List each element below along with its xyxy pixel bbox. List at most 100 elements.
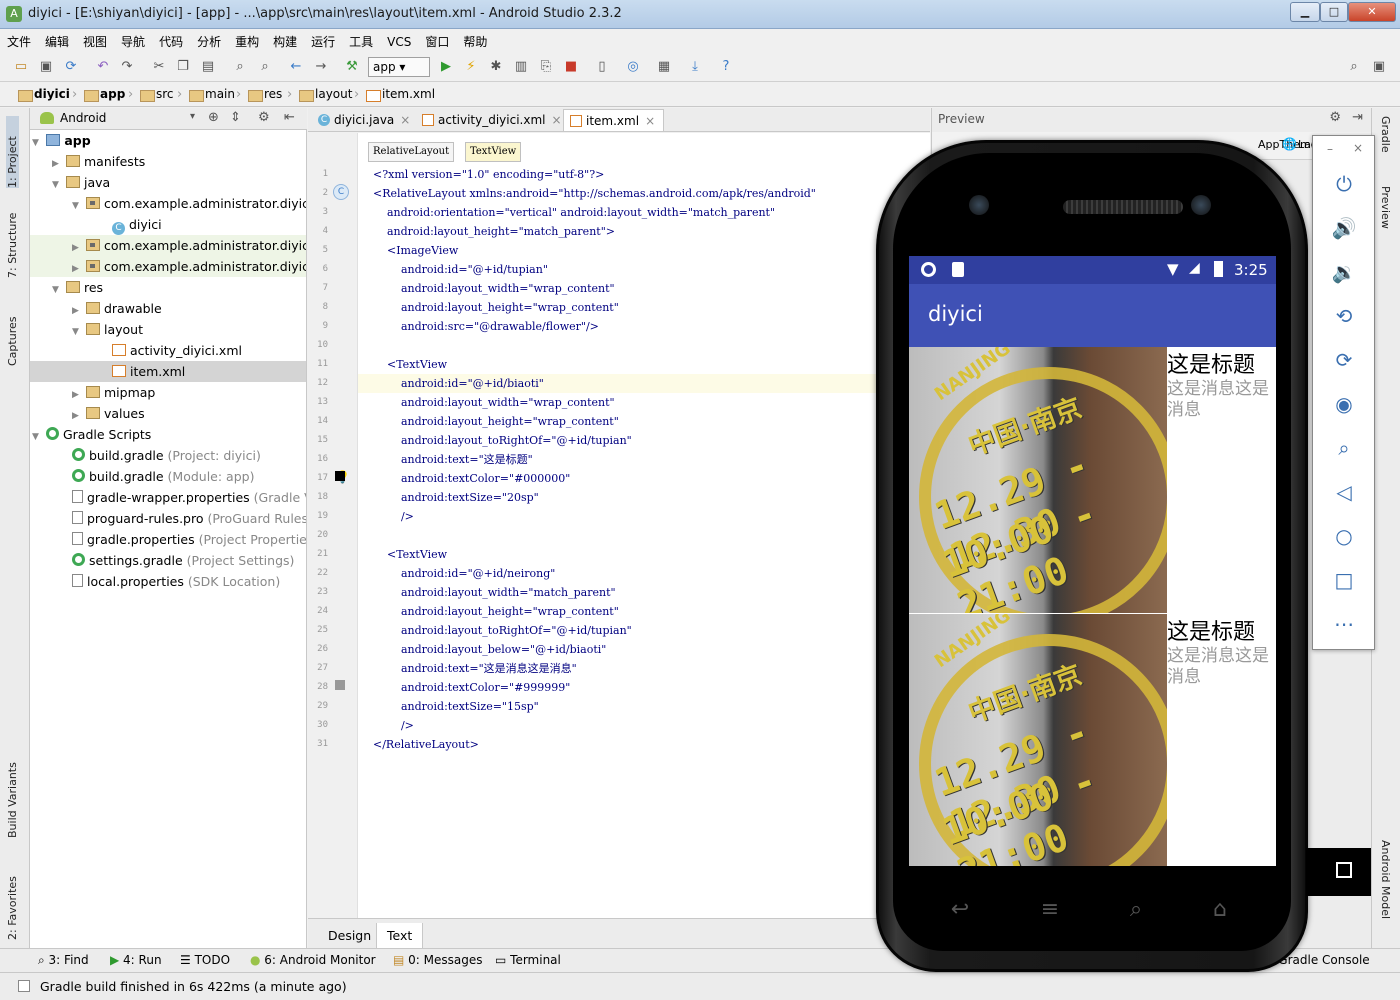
tab-design[interactable]: Design bbox=[318, 923, 381, 949]
open-folder-icon[interactable]: ▭ bbox=[12, 58, 30, 76]
copy-icon[interactable]: ❐ bbox=[174, 58, 192, 76]
gear-icon[interactable]: ⚙ bbox=[1329, 110, 1341, 125]
sync-gradle-icon[interactable]: ◎ bbox=[624, 58, 642, 76]
menu-nav-icon[interactable]: ≡ bbox=[1033, 897, 1067, 922]
menu-vcs[interactable]: VCS bbox=[380, 32, 418, 54]
menu-help[interactable]: 帮助 bbox=[456, 30, 494, 52]
zoom-icon[interactable]: ⌕ bbox=[1331, 435, 1357, 461]
tab-text[interactable]: Text bbox=[376, 923, 424, 949]
globe-icon[interactable]: 🌐 bbox=[1282, 137, 1297, 151]
save-icon[interactable]: ▣ bbox=[37, 58, 55, 76]
menu-build[interactable]: 构建 bbox=[266, 30, 304, 52]
tree-node-java[interactable]: ▼ java bbox=[52, 172, 110, 193]
tree-node-proguard[interactable]: proguard-rules.pro (ProGuard Rules bbox=[72, 508, 306, 529]
tab-item-xml[interactable]: item.xml × bbox=[563, 109, 665, 131]
paste-icon[interactable]: ▤ bbox=[199, 58, 217, 76]
menu-tools[interactable]: 工具 bbox=[342, 30, 380, 52]
tree-node-gradle-wrapper[interactable]: gradle-wrapper.properties (Gradle V bbox=[72, 487, 306, 508]
breadcrumb-res[interactable]: res bbox=[246, 87, 282, 105]
tree-node-package[interactable]: ▼ com.example.administrator.diyici bbox=[72, 193, 306, 214]
close-emulator-icon[interactable]: × bbox=[1353, 141, 1363, 155]
sync-icon[interactable]: ⟳ bbox=[62, 58, 80, 76]
tree-node-item-xml[interactable]: item.xml bbox=[30, 361, 306, 382]
breadcrumb-layout[interactable]: layout bbox=[297, 87, 352, 105]
forward-icon[interactable]: → bbox=[312, 58, 330, 76]
run-tool-tab[interactable]: ▶ 4: Run bbox=[110, 953, 162, 967]
rotate-right-icon[interactable]: ⟳ bbox=[1331, 347, 1357, 373]
favorites-tool-tab[interactable]: 2: Favorites bbox=[6, 860, 19, 940]
scroll-from-source-icon[interactable]: ⊕ bbox=[208, 110, 219, 125]
tree-node-build-gradle-module[interactable]: build.gradle (Module: app) bbox=[72, 466, 254, 487]
list-item[interactable]: NANJING 中国·南京 12.29 - 12.30 10:00 - 21:0… bbox=[909, 614, 1276, 866]
project-structure-icon[interactable]: ▦ bbox=[655, 58, 673, 76]
tree-node-app[interactable]: ▼ app bbox=[32, 130, 306, 151]
redo-icon[interactable]: ↷ bbox=[118, 58, 136, 76]
event-log-icon[interactable]: ▣ bbox=[1370, 58, 1388, 76]
sdk-manager-icon[interactable]: ⤓ bbox=[686, 58, 704, 76]
project-view-mode[interactable]: Android bbox=[60, 111, 106, 125]
volume-down-icon[interactable]: 🔉 bbox=[1331, 259, 1357, 285]
more-icon[interactable]: ⋯ bbox=[1331, 611, 1357, 637]
volume-up-icon[interactable]: 🔊 bbox=[1331, 215, 1357, 241]
close-tab-icon[interactable]: × bbox=[552, 113, 562, 127]
tree-node-build-gradle-project[interactable]: build.gradle (Project: diyici) bbox=[72, 445, 261, 466]
close-button[interactable]: ✕ bbox=[1348, 2, 1396, 22]
tab-activity-diyici-xml[interactable]: activity_diyici.xml × bbox=[416, 109, 570, 131]
emulator-overview-button[interactable] bbox=[1306, 848, 1371, 896]
android-model-tool-tab[interactable]: Android Model bbox=[1379, 840, 1392, 940]
debug-icon[interactable]: ✱ bbox=[487, 58, 505, 76]
home-icon[interactable]: ○ bbox=[1331, 523, 1357, 549]
close-tab-icon[interactable]: × bbox=[645, 114, 655, 128]
code-editor[interactable]: RelativeLayout TextView <?xml version="1… bbox=[358, 133, 930, 918]
profile-icon[interactable]: ▥ bbox=[512, 58, 530, 76]
replace-icon[interactable]: ⌕ bbox=[256, 58, 274, 76]
find-tool-tab[interactable]: ⌕ 3: Find bbox=[38, 953, 89, 968]
tree-node-mipmap[interactable]: ▶ mipmap bbox=[72, 382, 155, 403]
make-project-icon[interactable]: ⚒ bbox=[343, 58, 361, 76]
tree-node-package-test[interactable]: ▶ com.example.administrator.diyici bbox=[30, 256, 306, 277]
power-icon[interactable]: ⏻ bbox=[1331, 171, 1357, 197]
captures-tool-tab[interactable]: Captures bbox=[6, 298, 19, 366]
menu-navigate[interactable]: 导航 bbox=[114, 30, 152, 52]
gear-icon[interactable]: ⚙ bbox=[258, 110, 270, 125]
tree-node-values[interactable]: ▶ values bbox=[72, 403, 145, 424]
tree-node-manifests[interactable]: ▶ manifests bbox=[52, 151, 145, 172]
screenshot-icon[interactable]: ◉ bbox=[1331, 391, 1357, 417]
tree-node-drawable[interactable]: ▶ drawable bbox=[72, 298, 162, 319]
breadcrumb-app[interactable]: app bbox=[82, 87, 125, 105]
tree-node-activity-diyici-xml[interactable]: activity_diyici.xml bbox=[112, 340, 242, 361]
back-icon[interactable]: ← bbox=[287, 58, 305, 76]
find-icon[interactable]: ⌕ bbox=[231, 58, 249, 76]
breadcrumb-main[interactable]: main bbox=[187, 87, 235, 105]
apply-changes-icon[interactable]: ⚡ bbox=[462, 58, 480, 76]
tree-node-package-androidtest[interactable]: ▶ com.example.administrator.diyici bbox=[30, 235, 306, 256]
device-screen[interactable]: ▼ ◢ 3:25 diyici NANJING 中国·南京 12.29 - 12… bbox=[909, 256, 1276, 866]
breadcrumb-item-xml[interactable]: item.xml bbox=[364, 87, 435, 105]
undo-icon[interactable]: ↶ bbox=[94, 58, 112, 76]
editor-crumb-textview[interactable]: TextView bbox=[465, 142, 522, 162]
help-icon[interactable]: ? bbox=[717, 58, 735, 76]
android-monitor-tool-tab[interactable]: ● 6: Android Monitor bbox=[250, 953, 376, 967]
back-icon[interactable]: ◁ bbox=[1331, 479, 1357, 505]
tree-node-local-properties[interactable]: local.properties (SDK Location) bbox=[72, 571, 280, 592]
menu-refactor[interactable]: 重构 bbox=[228, 30, 266, 52]
view-mode-dropdown-icon[interactable]: ▾ bbox=[190, 111, 195, 122]
rotate-left-icon[interactable]: ⟲ bbox=[1331, 303, 1357, 329]
menu-view[interactable]: 视图 bbox=[76, 30, 114, 52]
minimize-button[interactable]: ▁ bbox=[1290, 2, 1320, 22]
search-everywhere-icon[interactable]: ⌕ bbox=[1345, 58, 1363, 76]
gradle-tool-tab[interactable]: Gradle bbox=[1379, 116, 1392, 172]
project-tool-tab[interactable]: 1: Project bbox=[6, 116, 19, 188]
menu-edit[interactable]: 编辑 bbox=[38, 30, 76, 52]
tab-diyici-java[interactable]: Cdiyici.java × bbox=[312, 109, 418, 131]
build-variants-tool-tab[interactable]: Build Variants bbox=[6, 748, 19, 838]
stop-icon[interactable]: ■ bbox=[562, 58, 580, 76]
messages-tool-tab[interactable]: ▤ 0: Messages bbox=[393, 953, 483, 967]
menu-window[interactable]: 窗口 bbox=[418, 30, 456, 52]
tree-node-gradle-properties[interactable]: gradle.properties (Project Properties) bbox=[72, 529, 306, 550]
minimize-emulator-icon[interactable]: – bbox=[1327, 142, 1333, 156]
tree-node-gradle-scripts[interactable]: ▼ Gradle Scripts bbox=[32, 424, 151, 445]
avd-manager-icon[interactable]: ▯ bbox=[593, 58, 611, 76]
structure-tool-tab[interactable]: 7: Structure bbox=[6, 200, 19, 278]
maximize-button[interactable]: □ bbox=[1320, 2, 1348, 22]
